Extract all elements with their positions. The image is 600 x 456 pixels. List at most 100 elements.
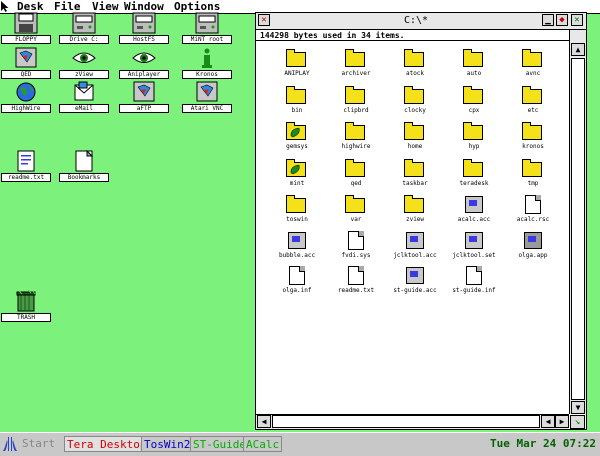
vertical-slider[interactable] bbox=[571, 58, 585, 400]
file-item[interactable]: clipbrd bbox=[331, 86, 381, 116]
file-item[interactable]: home bbox=[390, 122, 440, 152]
scroll-down-icon[interactable]: ▼ bbox=[571, 401, 585, 414]
desktop-icon[interactable]: zView bbox=[59, 47, 109, 79]
desktop-icon[interactable]: Kronos bbox=[182, 47, 232, 79]
file-item[interactable]: jclktool.acc bbox=[390, 231, 440, 261]
file-item[interactable]: st-guide.acc bbox=[390, 266, 440, 296]
file-item[interactable]: tmp bbox=[508, 159, 558, 189]
file-item[interactable]: jclktool.set bbox=[449, 231, 499, 261]
file-item[interactable]: acalc.acc bbox=[449, 195, 499, 225]
desktop-icon-label: zView bbox=[59, 70, 109, 79]
iconify-icon[interactable]: ▁ bbox=[542, 14, 554, 26]
desktop-icon[interactable]: TRASH bbox=[1, 289, 51, 322]
file-item-label: ANIPLAY bbox=[284, 70, 310, 77]
desktop-icon[interactable]: Drive C: bbox=[59, 12, 109, 44]
desktop-icon[interactable]: HighWire bbox=[1, 81, 51, 113]
window-titlebar[interactable]: ✕ C:\* ▁ ◆ ✕ bbox=[256, 13, 586, 30]
desktop-icon-label: QED bbox=[1, 70, 51, 79]
file-item[interactable]: bin bbox=[272, 86, 322, 116]
file-item-label: hyp bbox=[468, 143, 480, 150]
file-item[interactable]: archiver bbox=[331, 49, 381, 79]
file-item[interactable]: fvdi.sys bbox=[331, 231, 381, 261]
start-button[interactable]: Start bbox=[20, 436, 57, 452]
file-item-label: atock bbox=[405, 70, 425, 77]
desktop-icon[interactable]: Atari VNC bbox=[182, 81, 232, 113]
file-item[interactable]: var bbox=[331, 195, 381, 225]
folder-icon bbox=[521, 122, 545, 142]
qed-app-icon bbox=[14, 47, 38, 69]
file-item[interactable]: ANIPLAY bbox=[272, 49, 322, 79]
desktop-icon-label: aFTP bbox=[119, 104, 169, 113]
desktop-icon-label: Bookmarks bbox=[59, 173, 109, 182]
desktop-icon-label: eMail bbox=[59, 104, 109, 113]
scroll-up-icon[interactable]: ▲ bbox=[571, 43, 585, 56]
file-item-label: archiver bbox=[341, 70, 371, 77]
taskbar-task[interactable]: ST-Guide bbox=[190, 436, 249, 452]
file-item[interactable]: hyp bbox=[449, 122, 499, 152]
scroll-left-end-icon[interactable]: ◀ bbox=[541, 415, 555, 428]
file-item[interactable]: olga.inf bbox=[272, 266, 322, 296]
folder-icon bbox=[344, 195, 368, 215]
file-item-label: jclktool.set bbox=[452, 252, 496, 259]
desktop-icon-label: Kronos bbox=[182, 70, 232, 79]
file-item[interactable]: atock bbox=[390, 49, 440, 79]
desktop-icon[interactable]: MiNT root bbox=[182, 12, 232, 44]
globe-icon bbox=[14, 81, 38, 103]
file-item[interactable]: auto bbox=[449, 49, 499, 79]
desktop-icon-label: Atari VNC bbox=[182, 104, 232, 113]
file-item[interactable]: teradesk bbox=[449, 159, 499, 189]
horizontal-slider[interactable] bbox=[272, 415, 540, 428]
file-item[interactable]: qed bbox=[331, 159, 381, 189]
file-item-label: tmp bbox=[527, 180, 539, 187]
file-item[interactable]: mint bbox=[272, 159, 322, 189]
desktop-icon[interactable]: Aniplayer bbox=[119, 47, 169, 79]
file-item[interactable]: kronos bbox=[508, 122, 558, 152]
file-item-label: auto bbox=[466, 70, 482, 77]
taskbar: Start Tera Desktop TosWin2 ST-Guide ACalc T… bbox=[0, 432, 600, 456]
fuller-icon[interactable]: ◆ bbox=[556, 14, 568, 26]
hard-drive-icon bbox=[72, 12, 96, 34]
file-item-label: acalc.acc bbox=[457, 216, 491, 223]
file-item[interactable]: acalc.rsc bbox=[508, 195, 558, 225]
desktop-icon[interactable]: readme.txt bbox=[1, 150, 51, 182]
scroll-left-icon[interactable]: ◀ bbox=[257, 415, 271, 428]
file-item[interactable]: zview bbox=[390, 195, 440, 225]
taskbar-task[interactable]: Tera Desktop bbox=[64, 436, 150, 452]
desktop-icon-label: HostFS bbox=[119, 35, 169, 44]
folder-icon bbox=[285, 195, 309, 215]
close-icon[interactable]: ✕ bbox=[258, 14, 270, 26]
desktop-icon[interactable]: QED bbox=[1, 47, 51, 79]
horizontal-scrollbar[interactable]: ◀ ◀ ▶ bbox=[256, 414, 569, 429]
taskbar-task[interactable]: ACalc bbox=[243, 436, 283, 452]
desktop-icon[interactable]: Bookmarks bbox=[59, 149, 109, 182]
desktop-icon[interactable]: aFTP bbox=[119, 81, 169, 113]
file-item[interactable]: clocky bbox=[390, 86, 440, 116]
desktop-icon-label: Aniplayer bbox=[119, 70, 169, 79]
file-item[interactable]: toswin bbox=[272, 195, 322, 225]
file-item-label: bin bbox=[291, 107, 303, 114]
file-item[interactable]: gemsys bbox=[272, 122, 322, 152]
folder-icon bbox=[344, 49, 368, 69]
file-item[interactable]: bubble.acc bbox=[272, 231, 322, 261]
desktop-icon[interactable]: HostFS bbox=[119, 12, 169, 44]
fullscreen-icon[interactable]: ✕ bbox=[571, 14, 583, 26]
file-item[interactable]: cpx bbox=[449, 86, 499, 116]
file-item[interactable]: olga.app bbox=[508, 231, 558, 261]
file-item[interactable]: avnc bbox=[508, 49, 558, 79]
file-item[interactable]: taskbar bbox=[390, 159, 440, 189]
program-icon bbox=[285, 231, 309, 251]
file-item[interactable]: st-guide.inf bbox=[449, 266, 499, 296]
desktop-icon[interactable]: eMail bbox=[59, 81, 109, 113]
desktop-icon-label: readme.txt bbox=[1, 173, 51, 182]
taskbar-task[interactable]: TosWin2 bbox=[141, 436, 194, 452]
file-item[interactable]: etc bbox=[508, 86, 558, 116]
file-item[interactable]: readme.txt bbox=[331, 266, 381, 296]
resize-handle-icon[interactable]: ↘ bbox=[570, 415, 585, 429]
atari-logo-icon[interactable] bbox=[3, 436, 17, 452]
desktop-icon[interactable]: FLOPPY bbox=[1, 12, 51, 44]
program-icon bbox=[403, 266, 427, 286]
file-item[interactable]: highwire bbox=[331, 122, 381, 152]
vertical-scrollbar[interactable]: ▲ ▼ bbox=[569, 30, 586, 414]
folder-icon bbox=[285, 49, 309, 69]
scroll-right-icon[interactable]: ▶ bbox=[555, 415, 569, 428]
